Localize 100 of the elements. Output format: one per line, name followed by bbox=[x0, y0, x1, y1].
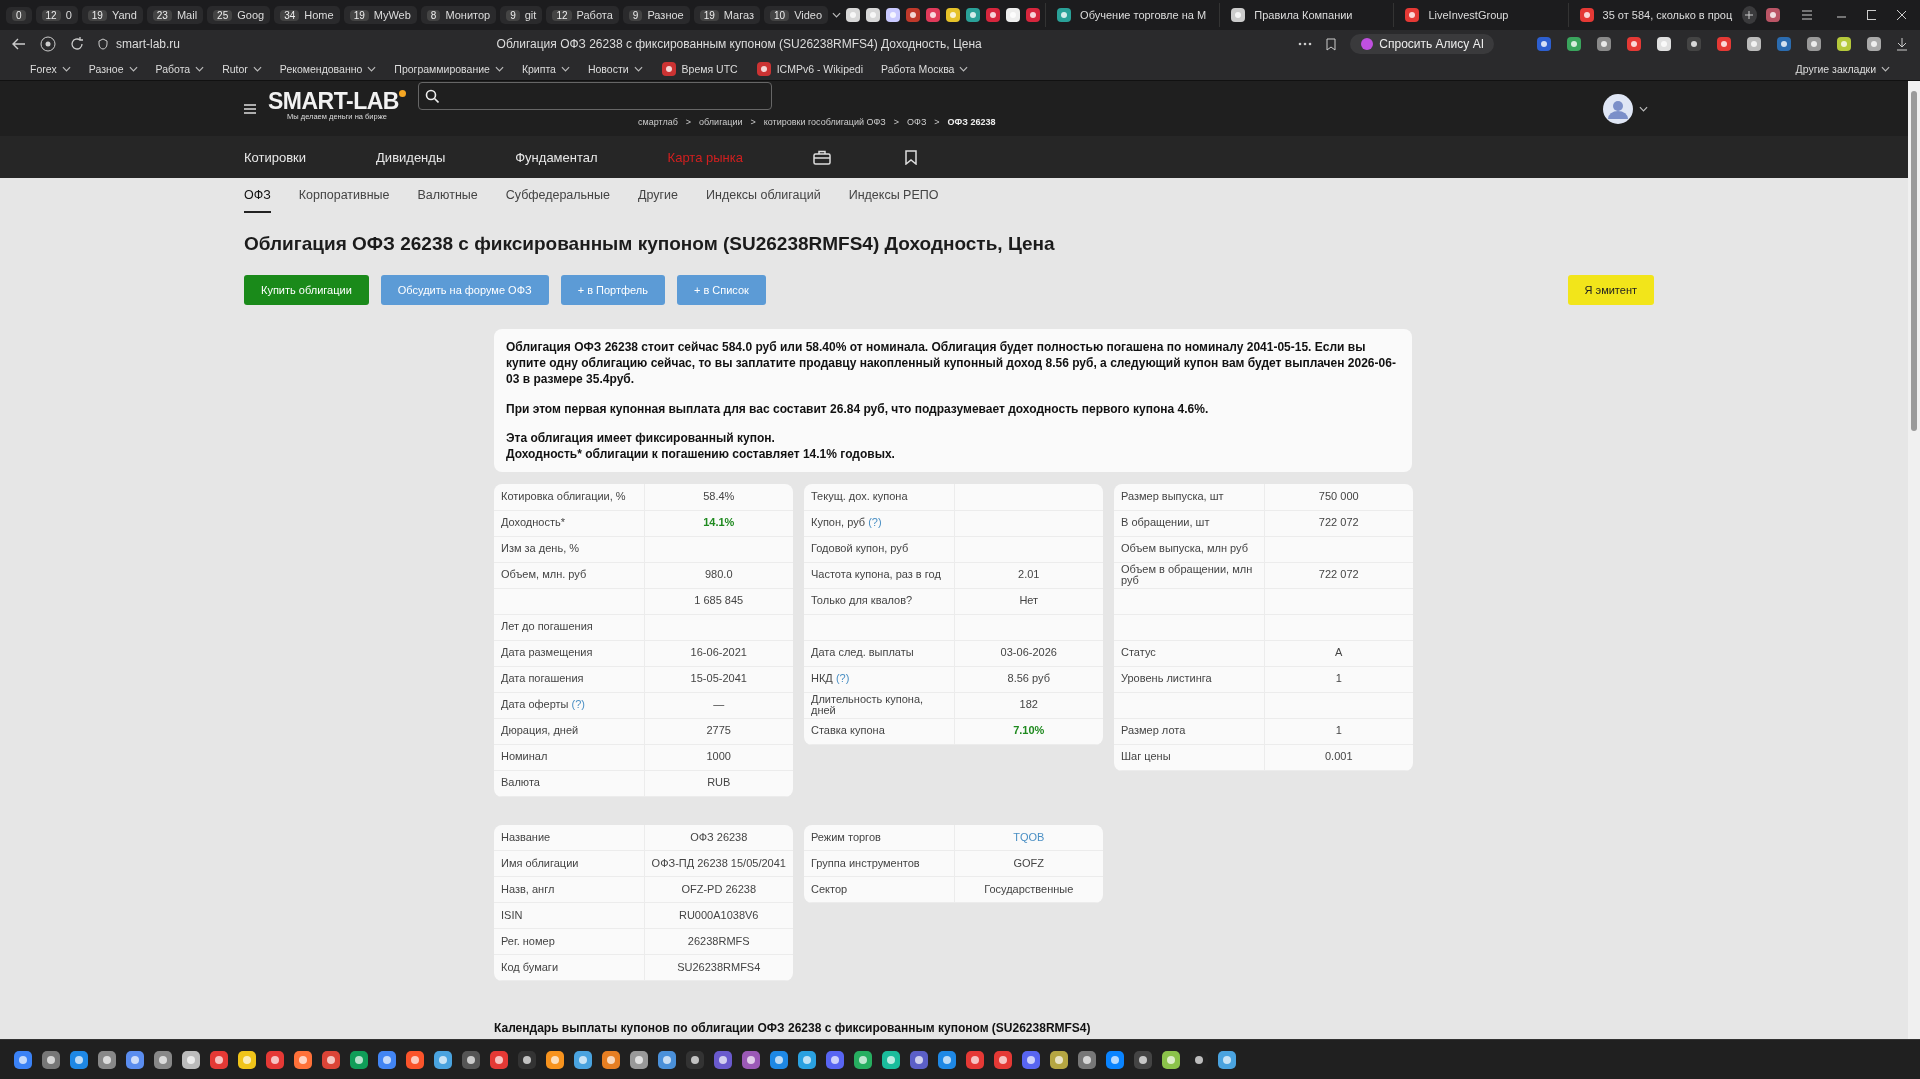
taskbar-app-icon[interactable] bbox=[376, 1048, 398, 1071]
tab-group[interactable]: 19 Магаз bbox=[693, 6, 761, 24]
nav-link[interactable]: Котировки bbox=[244, 149, 307, 165]
issuer-button[interactable]: Я эмитент bbox=[1567, 275, 1654, 305]
bookmark-site-icon[interactable] bbox=[660, 61, 677, 77]
extension-icon[interactable] bbox=[1566, 36, 1582, 52]
maximize-icon[interactable] bbox=[1866, 9, 1877, 21]
new-tab-icon[interactable] bbox=[1741, 6, 1757, 24]
briefcase-icon[interactable] bbox=[812, 149, 831, 165]
taskbar-app-icon[interactable] bbox=[684, 1048, 706, 1071]
help-link[interactable]: (?) bbox=[571, 698, 586, 711]
taskbar-app-icon[interactable] bbox=[96, 1048, 118, 1071]
buy-button[interactable]: Купить облигации bbox=[244, 275, 369, 305]
browser-tab[interactable]: Обучение торговле на М bbox=[1045, 3, 1216, 27]
extension-icon[interactable] bbox=[1656, 36, 1672, 52]
extension-icon[interactable] bbox=[1746, 36, 1762, 52]
taskbar-app-icon[interactable] bbox=[124, 1048, 146, 1071]
help-link[interactable]: (?) bbox=[835, 672, 850, 685]
extension-icon[interactable] bbox=[1866, 36, 1882, 52]
extension-icon[interactable] bbox=[1536, 36, 1552, 52]
nav-link[interactable]: Дивиденды bbox=[376, 149, 446, 165]
pinned-tab-icon[interactable] bbox=[905, 7, 922, 23]
bookmark-item[interactable]: Работа Москва bbox=[881, 63, 969, 75]
taskbar-app-icon[interactable] bbox=[740, 1048, 762, 1071]
extension-icon[interactable] bbox=[1716, 36, 1732, 52]
taskbar-app-icon[interactable] bbox=[1048, 1048, 1070, 1071]
taskbar-app-icon[interactable] bbox=[236, 1048, 258, 1071]
bookmark-item[interactable]: Другие закладки bbox=[1795, 63, 1890, 75]
category-tab[interactable]: ОФЗ bbox=[244, 178, 271, 213]
category-tab[interactable]: Валютные bbox=[417, 178, 478, 213]
taskbar-app-icon[interactable] bbox=[404, 1048, 426, 1071]
tab-icon[interactable] bbox=[1056, 7, 1073, 23]
taskbar-app-icon[interactable] bbox=[852, 1048, 874, 1071]
browser-tab[interactable]: LiveInvestGroup bbox=[1393, 3, 1564, 27]
tab-group[interactable]: 19 Yand bbox=[81, 6, 143, 24]
breadcrumb-link[interactable]: котировки гособлигаций ОФЗ bbox=[763, 116, 886, 127]
pinned-tab-icon[interactable] bbox=[865, 7, 882, 23]
tab-group[interactable]: 8 Монитор bbox=[420, 6, 497, 24]
tab-group[interactable]: 9 git bbox=[500, 6, 543, 24]
category-tab[interactable]: Другие bbox=[637, 178, 678, 213]
taskbar-app-icon[interactable] bbox=[208, 1048, 230, 1071]
reload-icon[interactable] bbox=[70, 37, 84, 51]
pinned-tab-icon[interactable] bbox=[925, 7, 942, 23]
taskbar-app-icon[interactable] bbox=[68, 1048, 90, 1071]
taskbar-app-icon[interactable] bbox=[180, 1048, 202, 1071]
category-tab[interactable]: Субфедеральные bbox=[505, 178, 610, 213]
bookmark-item[interactable]: Rutor bbox=[222, 63, 262, 75]
browser-tab[interactable]: Правила Компании bbox=[1219, 3, 1390, 27]
breadcrumb-link[interactable]: облигации bbox=[699, 116, 743, 127]
close-icon[interactable] bbox=[1896, 9, 1906, 21]
taskbar-app-icon[interactable] bbox=[908, 1048, 930, 1071]
tab-group[interactable]: 25 Goog bbox=[207, 6, 271, 24]
bookmark-item[interactable]: Работа bbox=[155, 63, 205, 75]
taskbar-app-icon[interactable] bbox=[40, 1048, 62, 1071]
tab-icon[interactable] bbox=[1230, 7, 1247, 23]
taskbar-app-icon[interactable] bbox=[656, 1048, 678, 1071]
taskbar-app-icon[interactable] bbox=[824, 1048, 846, 1071]
taskbar-app-icon[interactable] bbox=[796, 1048, 818, 1071]
extension-icon[interactable] bbox=[1836, 36, 1852, 52]
taskbar-app-icon[interactable] bbox=[544, 1048, 566, 1071]
tab-group[interactable]: 10 Video bbox=[764, 6, 829, 24]
tab-group[interactable]: 0 bbox=[6, 6, 32, 24]
help-link[interactable]: (?) bbox=[868, 516, 882, 529]
pinned-tab-icon[interactable] bbox=[1025, 7, 1042, 23]
taskbar-app-icon[interactable] bbox=[264, 1048, 286, 1071]
bookmark-item[interactable]: Новости bbox=[587, 63, 643, 75]
bookmark-item[interactable]: Forex bbox=[30, 63, 71, 75]
taskbar-app-icon[interactable] bbox=[1020, 1048, 1042, 1071]
tab-group[interactable]: 9 Разное bbox=[622, 6, 690, 24]
taskbar-app-icon[interactable] bbox=[880, 1048, 902, 1071]
extension-icon[interactable] bbox=[1806, 36, 1822, 52]
extension-icon[interactable] bbox=[1596, 36, 1612, 52]
tab-icon[interactable] bbox=[1578, 7, 1595, 23]
bookmark-item[interactable]: Крипта bbox=[521, 63, 570, 75]
taskbar-app-icon[interactable] bbox=[432, 1048, 454, 1071]
pinned-tab-icon[interactable] bbox=[985, 7, 1002, 23]
pinned-tab-icon[interactable] bbox=[845, 7, 862, 23]
browser-tab[interactable]: 35 от 584, сколько в проц bbox=[1567, 3, 1738, 27]
taskbar-app-icon[interactable] bbox=[1160, 1048, 1182, 1071]
menu-icon[interactable] bbox=[1800, 9, 1813, 21]
taskbar-app-icon[interactable] bbox=[712, 1048, 734, 1071]
avatar-icon[interactable] bbox=[1603, 93, 1633, 124]
taskbar-app-icon[interactable] bbox=[1216, 1048, 1238, 1071]
assistant-button[interactable]: Спросить Алису AI bbox=[1350, 34, 1494, 54]
taskbar-app-icon[interactable] bbox=[12, 1048, 34, 1071]
pinned-tab-icon[interactable] bbox=[1005, 7, 1022, 23]
tab-group[interactable]: 23 Mail bbox=[146, 6, 204, 24]
taskbar-app-icon[interactable] bbox=[964, 1048, 986, 1071]
category-tab[interactable]: Индексы облигаций bbox=[706, 178, 821, 213]
taskbar-app-icon[interactable] bbox=[320, 1048, 342, 1071]
taskbar-app-icon[interactable] bbox=[628, 1048, 650, 1071]
search-field[interactable] bbox=[417, 82, 772, 111]
extension-icon[interactable] bbox=[1686, 36, 1702, 52]
browser-logo-icon[interactable] bbox=[40, 36, 56, 52]
tab-group[interactable]: 19 MyWeb bbox=[343, 6, 417, 24]
taskbar-app-icon[interactable] bbox=[348, 1048, 370, 1071]
taskbar-app-icon[interactable] bbox=[516, 1048, 538, 1071]
category-tab[interactable]: Индексы РЕПО bbox=[848, 178, 939, 213]
pinned-tab-icon[interactable] bbox=[885, 7, 902, 23]
taskbar-app-icon[interactable] bbox=[600, 1048, 622, 1071]
